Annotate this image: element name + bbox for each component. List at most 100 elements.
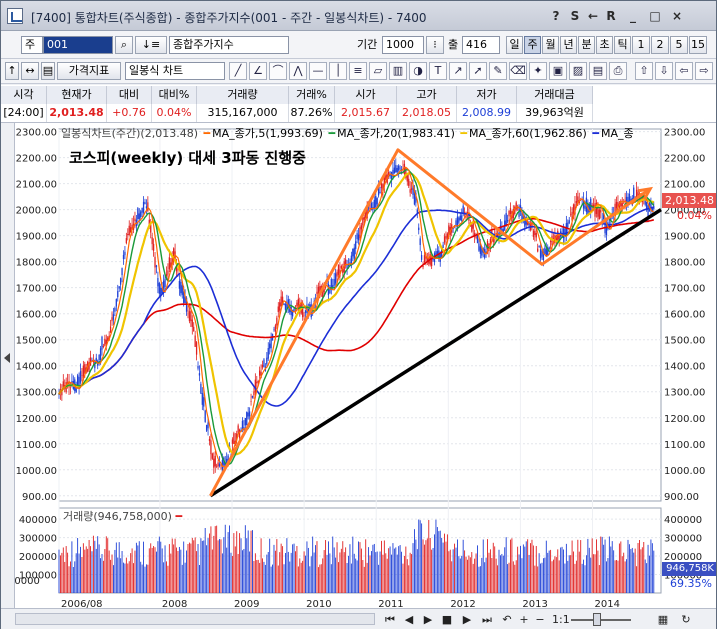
timeframe-button[interactable]: 분 — [578, 36, 595, 54]
collapse-icon[interactable]: ↑ — [5, 62, 19, 80]
code-input[interactable]: 001 — [43, 36, 113, 54]
help-button[interactable]: ? — [548, 8, 564, 24]
sort-icon[interactable]: ↓≡ — [135, 36, 167, 54]
chart-area[interactable]: 2300.00 2300.00 2200.00 2200.00 2100.00 2100.… — [1, 123, 716, 630]
zoom-slider-track[interactable] — [571, 619, 631, 621]
quote-value: 39,963억원 — [517, 104, 593, 122]
stop-icon[interactable]: ■ — [441, 612, 453, 627]
legend-ma60: MA_종가,60(1,962.86) — [469, 127, 587, 140]
price-tick-label: 1800.00 — [16, 258, 57, 269]
scroll-right-icon[interactable]: ▶ — [422, 612, 434, 627]
price-tick-label-right: 1100.00 — [664, 440, 705, 451]
arc-tool-icon[interactable]: ⌒ — [269, 62, 287, 80]
timeframe-button[interactable]: 2 — [651, 36, 669, 54]
collapse-left-icon[interactable] — [4, 353, 10, 363]
timeframe-button[interactable]: 틱 — [614, 36, 631, 54]
scroll-end-icon[interactable]: ⏭ — [481, 612, 493, 627]
timeframe-button[interactable]: 1 — [632, 36, 650, 54]
count-input[interactable]: 416 — [462, 36, 500, 54]
channel-tool-icon[interactable]: ▱ — [369, 62, 387, 80]
timeframe-button[interactable]: 월 — [542, 36, 559, 54]
timeframe-button[interactable]: 일 — [506, 36, 523, 54]
stock-name-field[interactable]: 종합주가지수 — [169, 36, 289, 54]
right-nav-icon[interactable]: ⇨ — [695, 62, 713, 80]
brush-tool-icon[interactable]: ✦ — [529, 62, 547, 80]
price-tick-label: 1900.00 — [16, 232, 57, 243]
price-tick-label: 2100.00 — [16, 180, 57, 191]
quote-value: 2,018.05 — [397, 104, 457, 122]
quote-header: 대비% — [152, 86, 197, 104]
horizontal-scrollbar[interactable] — [15, 613, 375, 625]
price-chart[interactable]: 2300.00 2300.00 2200.00 2200.00 2100.00 2100.… — [1, 123, 716, 630]
grid-tool-icon[interactable]: ≡ — [349, 62, 367, 80]
color-tool-icon[interactable]: ▣ — [549, 62, 567, 80]
grid-toggle-icon[interactable]: ▦ — [657, 612, 669, 627]
legend-ma120-marker: ━ — [592, 127, 599, 140]
fan-tool-icon[interactable]: ⋀ — [289, 62, 307, 80]
fill-tool-icon[interactable]: ▨ — [569, 62, 587, 80]
period-label: 기간 — [357, 38, 378, 51]
timeframe-button[interactable]: 15 — [689, 36, 707, 54]
chart-left-bar[interactable] — [1, 123, 15, 608]
down-nav-icon[interactable]: ⇩ — [655, 62, 673, 80]
volume-legend: 거래량(946,758,000) ━ — [63, 508, 182, 524]
eraser-tool-icon[interactable]: ⌫ — [509, 62, 527, 80]
timeframe-button[interactable]: 5 — [670, 36, 688, 54]
chart-legend: 일봉식차트(주간)(2,013.48) ━ MA_종가,5(1,993.69) ━… — [61, 125, 636, 141]
market-select[interactable]: 주 — [21, 36, 43, 54]
price-tick-label: 2200.00 — [16, 154, 57, 165]
price-tick-label: 1000.00 — [16, 466, 57, 477]
refresh-chart-icon[interactable]: ↻ — [679, 612, 693, 627]
timeframe-button[interactable]: 주 — [524, 36, 541, 54]
period-adjust-icon[interactable]: ⁝ — [426, 36, 444, 54]
text-tool-icon[interactable]: T — [429, 62, 447, 80]
chart-type-select[interactable]: 일봉식 차트 — [125, 62, 225, 80]
angle-tool-icon[interactable]: ∠ — [249, 62, 267, 80]
undo-icon[interactable]: ↶ — [501, 612, 513, 627]
timeframe-button[interactable]: 초 — [596, 36, 613, 54]
cycle-tool-icon[interactable]: ◑ — [409, 62, 427, 80]
quote-value: 2,015.67 — [335, 104, 397, 122]
trend-tool-icon[interactable]: ↗ — [449, 62, 467, 80]
scroll-left-icon[interactable]: ◀ — [403, 612, 415, 627]
arrow-tool-icon[interactable]: ➚ — [469, 62, 487, 80]
zoom-out-icon[interactable]: − — [534, 612, 546, 627]
save-screen-button[interactable]: S — [567, 8, 583, 24]
play-icon[interactable]: ▶ — [461, 612, 473, 627]
period-input[interactable]: 1000 — [382, 36, 424, 54]
legend-ma20: MA_종가,20(1,983.41) — [337, 127, 455, 140]
zoom-slider-thumb[interactable] — [593, 613, 601, 626]
quote-header: 현재가 — [47, 86, 107, 104]
price-tick-label-right: 1700.00 — [664, 284, 705, 295]
save-tool-icon[interactable]: ▤ — [589, 62, 607, 80]
search-icon[interactable]: ⌕ — [115, 36, 133, 54]
current-price-badge: 2,013.48 — [662, 193, 716, 208]
zoom-ratio-icon[interactable]: 1:1 — [552, 612, 570, 627]
refresh-button[interactable]: R — [603, 8, 619, 24]
horizontal-line-tool-icon[interactable]: — — [309, 62, 327, 80]
indicator-button[interactable]: 가격지표 — [57, 62, 121, 80]
left-nav-icon[interactable]: ⇦ — [675, 62, 693, 80]
close-button[interactable]: × — [669, 8, 685, 24]
scroll-start-icon[interactable]: ⏮ — [384, 612, 396, 627]
volume-tick-label-right: 400000 — [664, 515, 702, 526]
price-tick-label: 2000.00 — [16, 206, 57, 217]
line-tool-icon[interactable]: ╱ — [229, 62, 247, 80]
volume-tick-label: 400000 — [19, 515, 57, 526]
expand-icon[interactable]: ↔ — [21, 62, 39, 80]
fib-tool-icon[interactable]: ▥ — [389, 62, 407, 80]
indicator-icon[interactable]: ▤ — [41, 62, 55, 80]
quote-header: 저가 — [457, 86, 517, 104]
timeframe-button[interactable]: 년 — [560, 36, 577, 54]
vertical-line-tool-icon[interactable]: │ — [329, 62, 347, 80]
quote-header: 고가 — [397, 86, 457, 104]
maximize-button[interactable]: □ — [647, 8, 663, 24]
link-button[interactable]: ← — [585, 8, 601, 24]
minimize-button[interactable]: _ — [625, 8, 641, 24]
volume-badge: 946,758K — [662, 562, 716, 576]
print-tool-icon[interactable]: ⎙ — [609, 62, 627, 80]
up-nav-icon[interactable]: ⇧ — [635, 62, 653, 80]
pencil-tool-icon[interactable]: ✎ — [489, 62, 507, 80]
zoom-in-icon[interactable]: + — [518, 612, 530, 627]
quote-header: 시가 — [335, 86, 397, 104]
